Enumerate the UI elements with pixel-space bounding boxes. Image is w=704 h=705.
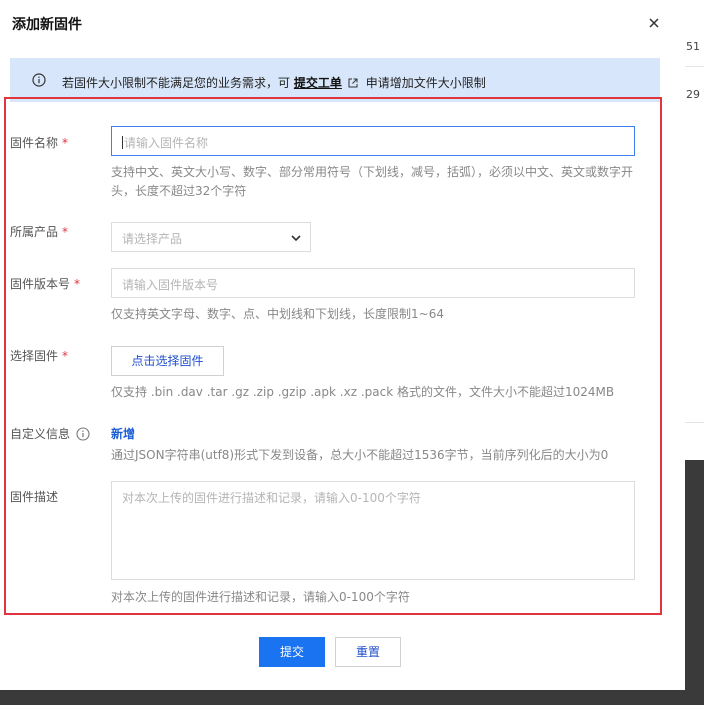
firmware-file-label-text: 选择固件 xyxy=(10,349,59,363)
help-icon[interactable] xyxy=(76,426,90,445)
version-input[interactable]: 请输入固件版本号 xyxy=(111,268,635,298)
text-caret xyxy=(122,136,123,149)
description-hint: 对本次上传的固件进行描述和记录，请输入0-100个字符 xyxy=(111,590,410,604)
required-mark: * xyxy=(62,225,69,239)
notice-text-after: 申请增加文件大小限制 xyxy=(365,76,486,90)
background-divider xyxy=(685,422,704,423)
notice-text: 若固件大小限制不能满足您的业务需求，可 提交工单 申请增加文件大小限制 xyxy=(62,74,486,91)
info-icon xyxy=(32,73,46,90)
chevron-down-icon xyxy=(290,232,302,247)
add-custom-info-link[interactable]: 新增 xyxy=(111,425,135,442)
firmware-name-hint: 支持中文、英文大小写、数字、部分常用符号（下划线，减号，括弧），必须以中文、英文… xyxy=(111,165,634,198)
product-placeholder: 请选择产品 xyxy=(122,232,183,246)
custom-info-hint: 通过JSON字符串(utf8)形式下发到设备，总大小不能超过1536字节，当前序… xyxy=(111,448,609,462)
notice-banner: 若固件大小限制不能满足您的业务需求，可 提交工单 申请增加文件大小限制 xyxy=(10,58,660,102)
background-cell-2: 29 xyxy=(686,88,700,101)
reset-button[interactable]: 重置 xyxy=(335,637,401,667)
custom-info-label: 自定义信息 xyxy=(10,427,71,441)
submit-button[interactable]: 提交 xyxy=(259,637,325,667)
background-divider xyxy=(685,66,704,67)
product-label: 所属产品 * xyxy=(10,223,68,240)
product-select[interactable]: 请选择产品 xyxy=(111,222,311,252)
external-link-icon[interactable] xyxy=(348,77,358,91)
firmware-name-label-text: 固件名称 xyxy=(10,136,59,150)
description-label: 固件描述 xyxy=(10,490,59,504)
required-mark: * xyxy=(62,136,69,150)
description-placeholder: 对本次上传的固件进行描述和记录，请输入0-100个字符 xyxy=(122,491,421,505)
firmware-name-placeholder: 请输入固件名称 xyxy=(124,136,209,150)
choose-firmware-button[interactable]: 点击选择固件 xyxy=(111,346,224,376)
close-icon[interactable] xyxy=(645,14,663,32)
version-label: 固件版本号 * xyxy=(10,275,80,292)
product-label-text: 所属产品 xyxy=(10,225,59,239)
firmware-file-hint: 仅支持 .bin .dav .tar .gz .zip .gzip .apk .… xyxy=(111,385,615,399)
background-cell-1: 51 xyxy=(686,40,700,53)
version-hint: 仅支持英文字母、数字、点、中划线和下划线，长度限制1~64 xyxy=(111,307,444,321)
firmware-file-label: 选择固件 * xyxy=(10,347,68,364)
required-mark: * xyxy=(62,349,69,363)
version-placeholder: 请输入固件版本号 xyxy=(122,278,219,292)
required-mark: * xyxy=(74,277,81,291)
firmware-name-input[interactable]: 请输入固件名称 xyxy=(111,126,635,156)
version-label-text: 固件版本号 xyxy=(10,277,71,291)
background-overlay xyxy=(685,460,704,705)
background-overlay-bottom xyxy=(0,690,704,705)
dialog-title: 添加新固件 xyxy=(12,17,82,33)
notice-text-before: 若固件大小限制不能满足您的业务需求，可 xyxy=(62,76,291,90)
firmware-name-label: 固件名称 * xyxy=(10,134,68,151)
add-firmware-dialog: 添加新固件 若固件大小限制不能满足您的业务需求，可 提交工单 申请增加文件大小限… xyxy=(0,0,685,690)
description-textarea[interactable]: 对本次上传的固件进行描述和记录，请输入0-100个字符 xyxy=(111,481,635,580)
submit-ticket-link[interactable]: 提交工单 xyxy=(294,76,342,90)
